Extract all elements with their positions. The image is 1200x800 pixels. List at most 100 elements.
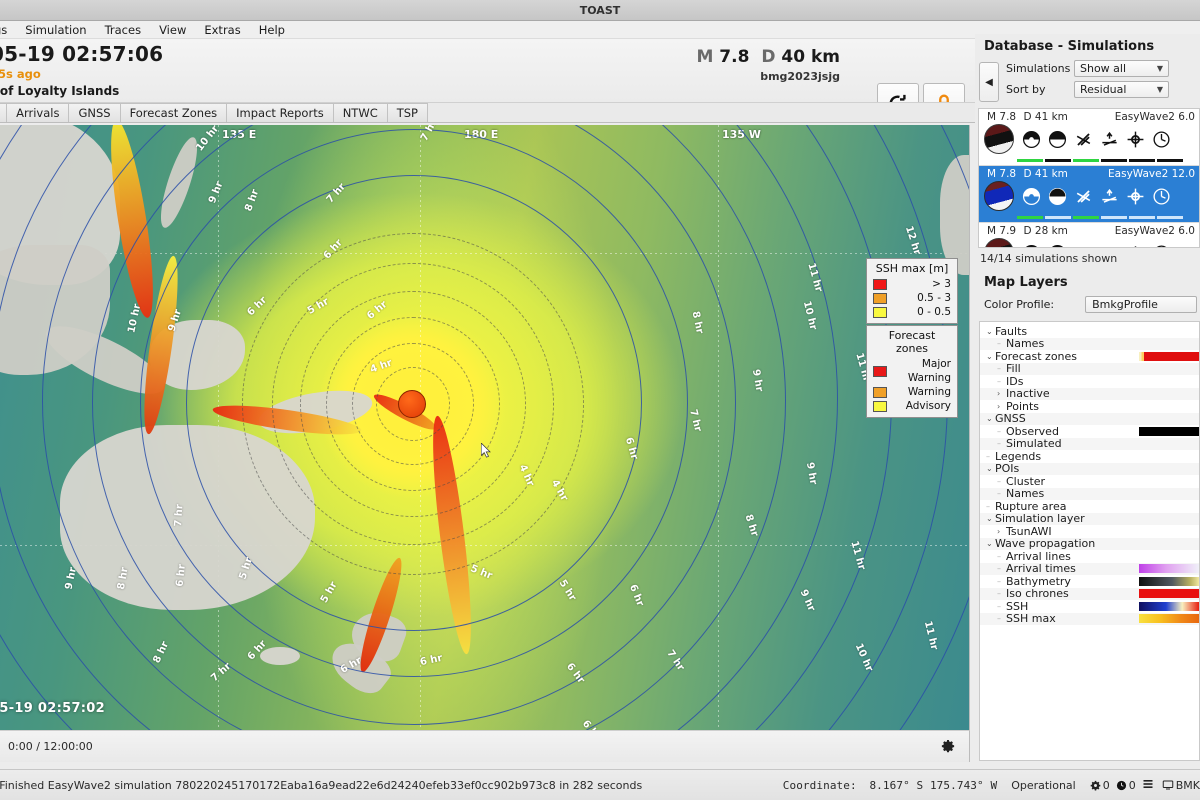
epicenter-marker[interactable] [398,390,426,418]
color-profile-label: Color Profile: [984,298,1055,311]
menu-item-extras[interactable]: Extras [195,22,249,38]
map-view[interactable]: 135 E 180 E 135 W 7 hr 10 hr 9 hr 8 hr 7… [0,125,970,730]
half-disc-icon[interactable] [1044,240,1070,247]
simulation-list[interactable]: M 7.8 D 41 km EasyWave2 6.0 M 7.8 D 41 k… [978,108,1200,248]
chevron-down-icon[interactable]: ⌄ [986,539,995,548]
lock-button[interactable] [923,83,965,102]
color-profile-select[interactable]: BmkgProfile [1085,296,1198,313]
epicenter-target-icon[interactable] [1122,126,1148,152]
tab-ntwc[interactable]: NTWC [332,103,387,122]
focal-mechanism-icon[interactable] [1018,126,1044,152]
slip-vector-icon[interactable] [1070,126,1096,152]
epicenter-target-icon[interactable] [1122,183,1148,209]
fault-plane-icon[interactable] [1096,240,1122,247]
chevron-down-icon[interactable]: ⌄ [986,514,995,523]
tree-stem: – [997,476,1001,486]
layer-tree-item-names[interactable]: – Names [980,337,1199,350]
chevron-down-icon[interactable]: ⌄ [986,327,995,336]
tab-forecast-zones[interactable]: Forecast Zones [119,103,227,122]
collapse-left-button[interactable]: ◀ [979,62,999,102]
layer-tree-item-tsunawi[interactable]: › TsunAWI [980,525,1199,538]
simulation-row[interactable]: M 7.9 D 28 km EasyWave2 6.0 [979,223,1199,247]
tab-tsp[interactable]: TSP [386,103,428,122]
tab-arrivals[interactable]: Arrivals [6,103,69,122]
layer-tree-item-wave-propagation[interactable]: ⌄ Wave propagation [980,537,1199,550]
layer-color-swatch[interactable] [1139,426,1199,436]
list-view-button[interactable] [1142,778,1154,793]
menu-item-traces[interactable]: Traces [96,22,151,38]
layer-tree-item-ssh-max[interactable]: – SSH max [980,612,1199,625]
slip-vector-icon[interactable] [1070,240,1096,247]
chevron-down-icon[interactable]: ⌄ [986,464,995,473]
layer-color-swatch[interactable] [1139,601,1199,611]
layer-tree-item-fill[interactable]: – Fill [980,362,1199,375]
legend-fz-title: Forecast zones [888,329,936,355]
focal-mechanism-icon[interactable] [1018,183,1044,209]
chevron-right-icon[interactable]: › [997,389,1006,398]
clock-progress-icon[interactable] [1148,126,1174,152]
epicenter-target-icon[interactable] [1122,240,1148,247]
layer-tree-item-ids[interactable]: – IDs [980,375,1199,388]
layer-tree-item-cluster[interactable]: – Cluster [980,475,1199,488]
layer-color-swatch[interactable] [1139,589,1199,599]
layer-tree-item-iso-chrones[interactable]: – Iso chrones [980,587,1199,600]
half-disc-icon[interactable] [1044,183,1070,209]
chevron-right-icon[interactable]: › [997,527,1006,536]
reload-icon [889,94,906,102]
clock-count-badge[interactable]: 0 [1116,779,1136,792]
timeline-settings-button[interactable] [941,739,955,756]
tree-stem: – [997,601,1001,611]
layer-tree-item-arrival-lines[interactable]: – Arrival lines [980,550,1199,563]
playback-timeline-bar[interactable]: 0:00 / 12:00:00 [0,730,970,762]
filter-label-simulations: Simulations [1006,62,1071,75]
layer-tree-item-legends[interactable]: – Legends [980,450,1199,463]
clock-progress-icon[interactable] [1148,183,1174,209]
layer-tree-item-observed[interactable]: – Observed [980,425,1199,438]
layer-color-swatch[interactable] [1139,351,1199,361]
isochrone-label-7hr-c: 7 hr [172,503,186,528]
layer-color-swatch[interactable] [1139,564,1199,574]
menu-item-help[interactable]: Help [250,22,294,38]
layer-tree-label: Rupture area [995,499,1067,513]
layer-tree-item-simulation-layer[interactable]: ⌄ Simulation layer [980,512,1199,525]
gear-count-badge[interactable]: 0 [1090,779,1110,792]
slip-vector-icon[interactable] [1070,183,1096,209]
layer-tree-item-rupture-area[interactable]: – Rupture area [980,500,1199,513]
layer-tree-label: Inactive [1006,387,1050,401]
sim-mag-label: M [987,225,997,237]
layer-tree-item-arrival-times[interactable]: – Arrival times [980,562,1199,575]
layer-tree-item-gnss[interactable]: ⌄ GNSS [980,412,1199,425]
chevron-down-icon[interactable]: ⌄ [986,414,995,423]
reload-button[interactable]: ▾ [877,83,919,102]
layer-color-swatch[interactable] [1139,614,1199,624]
legend-ssh-title: SSH max [m] [875,262,949,275]
half-disc-icon[interactable] [1044,126,1070,152]
fault-plane-icon[interactable] [1096,183,1122,209]
layer-tree-item-ssh[interactable]: – SSH [980,600,1199,613]
clock-progress-icon[interactable] [1148,240,1174,247]
layer-tree-item-bathymetry[interactable]: – Bathymetry [980,575,1199,588]
layer-tree-item-faults[interactable]: ⌄ Faults [980,325,1199,338]
layer-tree-item-pois[interactable]: ⌄ POIs [980,462,1199,475]
tab-impact-reports[interactable]: Impact Reports [226,103,333,122]
menu-item-view[interactable]: View [150,22,195,38]
tab-gnss[interactable]: GNSS [68,103,120,122]
focal-mechanism-icon[interactable] [1018,240,1044,247]
menu-item-gs[interactable]: gs [0,22,16,38]
chevron-right-icon[interactable]: › [997,402,1006,411]
simulation-row-selected[interactable]: M 7.8 D 41 km EasyWave2 12.0 [979,166,1199,223]
layer-color-swatch[interactable] [1139,576,1199,586]
layer-tree-item-points[interactable]: › Points [980,400,1199,413]
fault-plane-icon[interactable] [1096,126,1122,152]
layer-tree-item-simulated[interactable]: – Simulated [980,437,1199,450]
layer-tree-item-forecast-zones[interactable]: ⌄ Forecast zones [980,350,1199,363]
simulations-filter-select[interactable]: Show all ▼ [1074,60,1169,77]
sort-by-select[interactable]: Residual ▼ [1074,81,1169,98]
chevron-down-icon[interactable]: ⌄ [986,352,995,361]
menu-item-simulation[interactable]: Simulation [16,22,95,38]
layer-tree-item-names[interactable]: – Names [980,487,1199,500]
map-layers-tree[interactable]: ⌄ Faults – Names ⌄ Forecast zones – Fill – IDs › In… [979,321,1200,761]
provider-badge[interactable]: BMK [1162,779,1200,792]
simulation-row[interactable]: M 7.8 D 41 km EasyWave2 6.0 [979,109,1199,166]
layer-tree-item-inactive[interactable]: › Inactive [980,387,1199,401]
